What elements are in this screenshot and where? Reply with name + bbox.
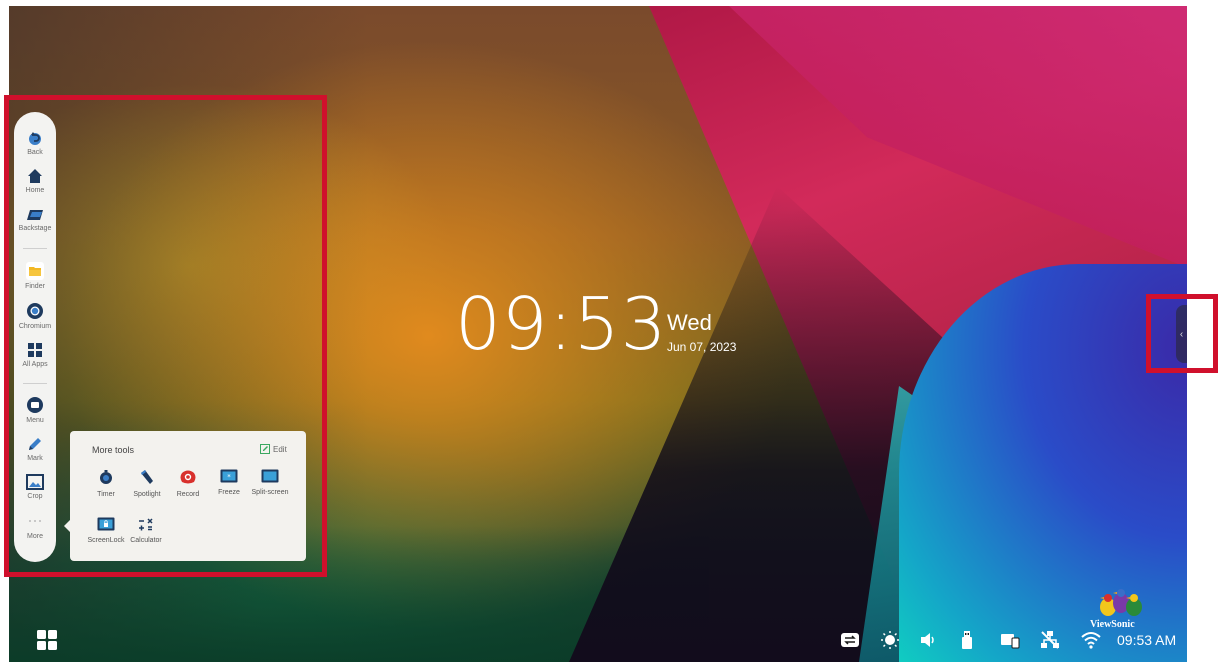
status-time: 09:53 AM [1117, 632, 1177, 648]
screen-share-icon[interactable] [1000, 630, 1020, 650]
network-disconnected-icon[interactable] [1040, 630, 1060, 650]
clock-date: Jun 07, 2023 [667, 340, 737, 354]
volume-icon[interactable] [919, 630, 939, 650]
logo-text: ViewSonic [1090, 619, 1135, 630]
chevron-left-icon: ‹ [1179, 328, 1184, 340]
input-switch-icon[interactable] [840, 630, 860, 650]
side-panel-handle[interactable]: ‹ [1176, 305, 1187, 363]
clock-time: 09:53 [455, 282, 668, 366]
app-drawer-button[interactable] [37, 630, 57, 650]
wifi-icon[interactable] [1081, 630, 1101, 650]
annotation-box-left [4, 95, 327, 577]
brightness-icon[interactable] [880, 630, 900, 650]
clock-day: Wed [667, 310, 712, 335]
usb-icon[interactable] [957, 630, 977, 650]
